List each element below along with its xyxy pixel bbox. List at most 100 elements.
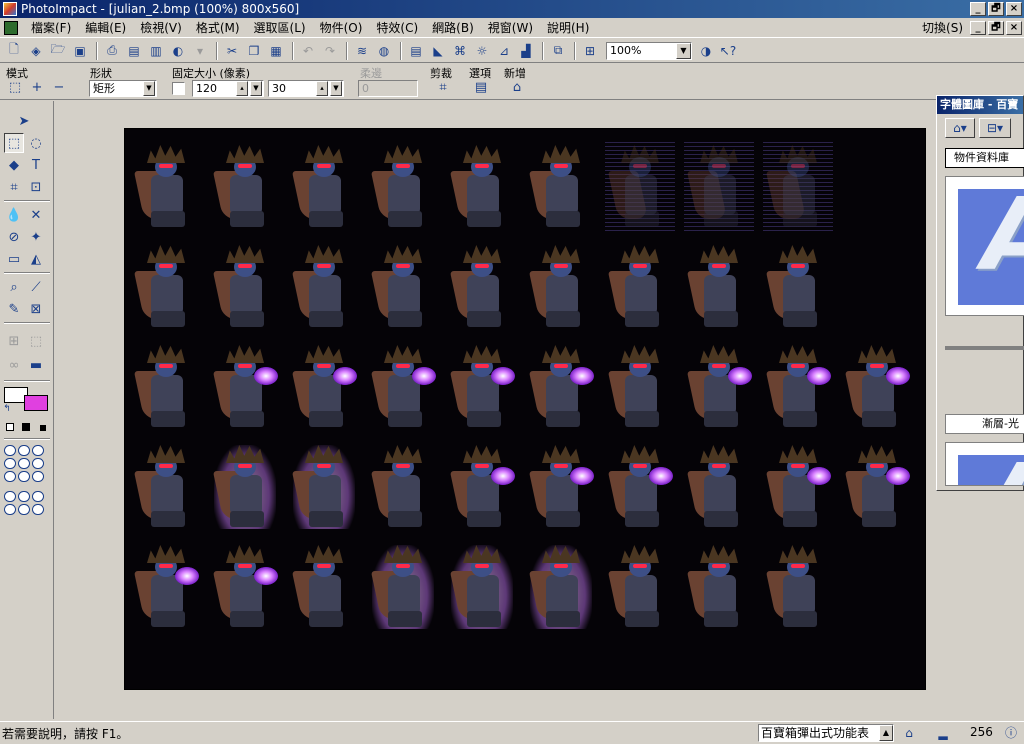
- select-new-icon[interactable]: ⬚: [6, 80, 24, 96]
- panel-toggle-row-3[interactable]: [4, 471, 46, 483]
- frame-tool-icon[interactable]: ⬚: [26, 331, 46, 351]
- clone-tool-icon[interactable]: ✕: [26, 205, 46, 225]
- doc-minimize-button[interactable]: _: [970, 20, 986, 35]
- background-color-swatch[interactable]: [24, 395, 48, 411]
- menu-object[interactable]: 物件(O): [313, 19, 370, 36]
- menu-web[interactable]: 網路(B): [425, 19, 481, 36]
- menu-window[interactable]: 視窗(W): [481, 19, 540, 36]
- zoom-tool-icon[interactable]: ⌕: [4, 277, 24, 297]
- new-icon[interactable]: 🗋: [4, 41, 24, 61]
- maximize-button[interactable]: 🗗: [988, 2, 1004, 16]
- ruler-status-icon[interactable]: ▂: [934, 725, 952, 741]
- selection-tool-icon[interactable]: ⬚: [4, 133, 24, 153]
- menu-file[interactable]: 檔案(F): [24, 19, 78, 36]
- undo-icon[interactable]: ↶: [298, 41, 318, 61]
- chevron-down-icon[interactable]: ▲: [879, 725, 893, 741]
- crop-icon[interactable]: ⌗: [434, 80, 452, 96]
- menu-switch[interactable]: 切換(S): [915, 19, 970, 36]
- ruler-tool-icon[interactable]: ▬: [26, 355, 46, 375]
- fill-icon[interactable]: ◣: [428, 41, 448, 61]
- doc-restore-button[interactable]: 🗗: [988, 20, 1004, 35]
- chevron-down-icon[interactable]: ▼: [143, 81, 155, 96]
- library-status-icon[interactable]: ⌂: [900, 725, 918, 741]
- info-icon[interactable]: ⓘ: [1002, 725, 1020, 741]
- lasso-tool-icon[interactable]: ◌: [26, 133, 46, 153]
- height-dropdown[interactable]: ▼: [330, 81, 342, 96]
- menu-format[interactable]: 格式(M): [189, 19, 247, 36]
- zoom-select[interactable]: 100% ▼: [606, 41, 692, 60]
- new-object-icon[interactable]: ⌂: [508, 80, 526, 96]
- menu-help[interactable]: 說明(H): [540, 19, 596, 36]
- minimize-button[interactable]: _: [970, 2, 986, 16]
- library-icon[interactable]: ⌂▾: [945, 118, 975, 138]
- width-dropdown[interactable]: ▼: [250, 81, 262, 96]
- select-subtract-icon[interactable]: −: [50, 80, 68, 96]
- redo-icon[interactable]: ↷: [320, 41, 340, 61]
- browser-icon[interactable]: ⧉: [548, 41, 568, 61]
- options-icon[interactable]: ▤: [472, 80, 490, 96]
- black-color-icon[interactable]: [22, 423, 30, 431]
- document-icon[interactable]: [4, 20, 18, 35]
- white-color-icon[interactable]: [6, 423, 14, 431]
- copy-icon[interactable]: ❐: [244, 41, 264, 61]
- chevron-down-icon[interactable]: ▼: [676, 42, 691, 59]
- levels-icon[interactable]: ⊿: [494, 41, 514, 61]
- print-icon[interactable]: ⎙: [102, 41, 122, 61]
- menu-effect[interactable]: 特效(C): [369, 19, 425, 36]
- menu-edit[interactable]: 編輯(E): [78, 19, 133, 36]
- text-tool-icon[interactable]: T: [26, 155, 46, 175]
- gallery-thumb-1[interactable]: A: [945, 176, 1024, 316]
- print-preview-icon[interactable]: ▤: [124, 41, 144, 61]
- pick-tool-icon[interactable]: ➤: [14, 111, 34, 131]
- crop-tool-icon[interactable]: ⌗: [4, 177, 24, 197]
- help-pointer-icon[interactable]: ↖?: [718, 41, 738, 61]
- grid-tool-icon[interactable]: ⊞: [4, 331, 24, 351]
- magic-wand-icon[interactable]: ✦: [26, 227, 46, 247]
- transform-tool-icon[interactable]: ⊡: [26, 177, 46, 197]
- soft-edge-input[interactable]: 0: [358, 80, 418, 97]
- retouch-tool-icon[interactable]: 💧: [4, 205, 24, 225]
- stamp-tool-icon[interactable]: ⊠: [26, 299, 46, 319]
- web-dropdown-icon[interactable]: ▾: [190, 41, 210, 61]
- select-add-icon[interactable]: +: [28, 80, 46, 96]
- width-spinner[interactable]: ▴: [236, 81, 248, 96]
- swap-colors-icon[interactable]: ↰: [0, 403, 14, 415]
- panel-toggle-row-2[interactable]: [4, 458, 46, 470]
- image-canvas[interactable]: [124, 128, 926, 690]
- panel-toggle-row-5[interactable]: [4, 504, 46, 516]
- fill-tool-icon[interactable]: ◭: [26, 249, 46, 269]
- chain-tool-icon[interactable]: ∞: [4, 355, 24, 375]
- menu-selection[interactable]: 選取區(L): [247, 19, 313, 36]
- height-spinner[interactable]: ▴: [316, 81, 328, 96]
- panel-toggle-row-1[interactable]: [4, 445, 46, 457]
- photoimpact-icon[interactable]: [3, 2, 17, 16]
- eyedropper-icon[interactable]: ⟋: [26, 277, 46, 297]
- easypalette-popup-combo[interactable]: 百寶箱彈出式功能表 ▲: [758, 724, 894, 742]
- eraser-tool-icon[interactable]: ▭: [4, 249, 24, 269]
- open-icon[interactable]: ◈: [26, 41, 46, 61]
- shape-tool-icon[interactable]: ◆: [4, 155, 24, 175]
- menu-view[interactable]: 檢視(V): [133, 19, 189, 36]
- histogram-icon[interactable]: ▟: [516, 41, 536, 61]
- save-icon[interactable]: ▣: [70, 41, 90, 61]
- close-button[interactable]: ×: [1006, 2, 1022, 16]
- path-tool-icon[interactable]: ⊘: [4, 227, 24, 247]
- cut-icon[interactable]: ✂: [222, 41, 242, 61]
- fixed-size-checkbox[interactable]: [172, 82, 185, 95]
- doc-close-button[interactable]: ×: [1006, 20, 1022, 35]
- gallery-icon[interactable]: ⊟▾: [979, 118, 1011, 138]
- paste-icon[interactable]: ▦: [266, 41, 286, 61]
- web-icon[interactable]: ◐: [168, 41, 188, 61]
- open-folder-icon[interactable]: 🗁: [48, 41, 68, 61]
- mask-icon[interactable]: ◍: [374, 41, 394, 61]
- grid-icon[interactable]: ⊞: [580, 41, 600, 61]
- web-preview-icon[interactable]: ◑: [696, 41, 716, 61]
- filter-icon[interactable]: ⌘: [450, 41, 470, 61]
- paint-brush-icon[interactable]: ✎: [4, 299, 24, 319]
- layer-icon[interactable]: ≋: [352, 41, 372, 61]
- gallery-thumb-2[interactable]: A: [945, 442, 1024, 486]
- gallery-dropdown[interactable]: 物件資料庫: [945, 148, 1024, 168]
- reset-color-icon[interactable]: [40, 425, 46, 431]
- brightness-icon[interactable]: ☼: [472, 41, 492, 61]
- scan-icon[interactable]: ▥: [146, 41, 166, 61]
